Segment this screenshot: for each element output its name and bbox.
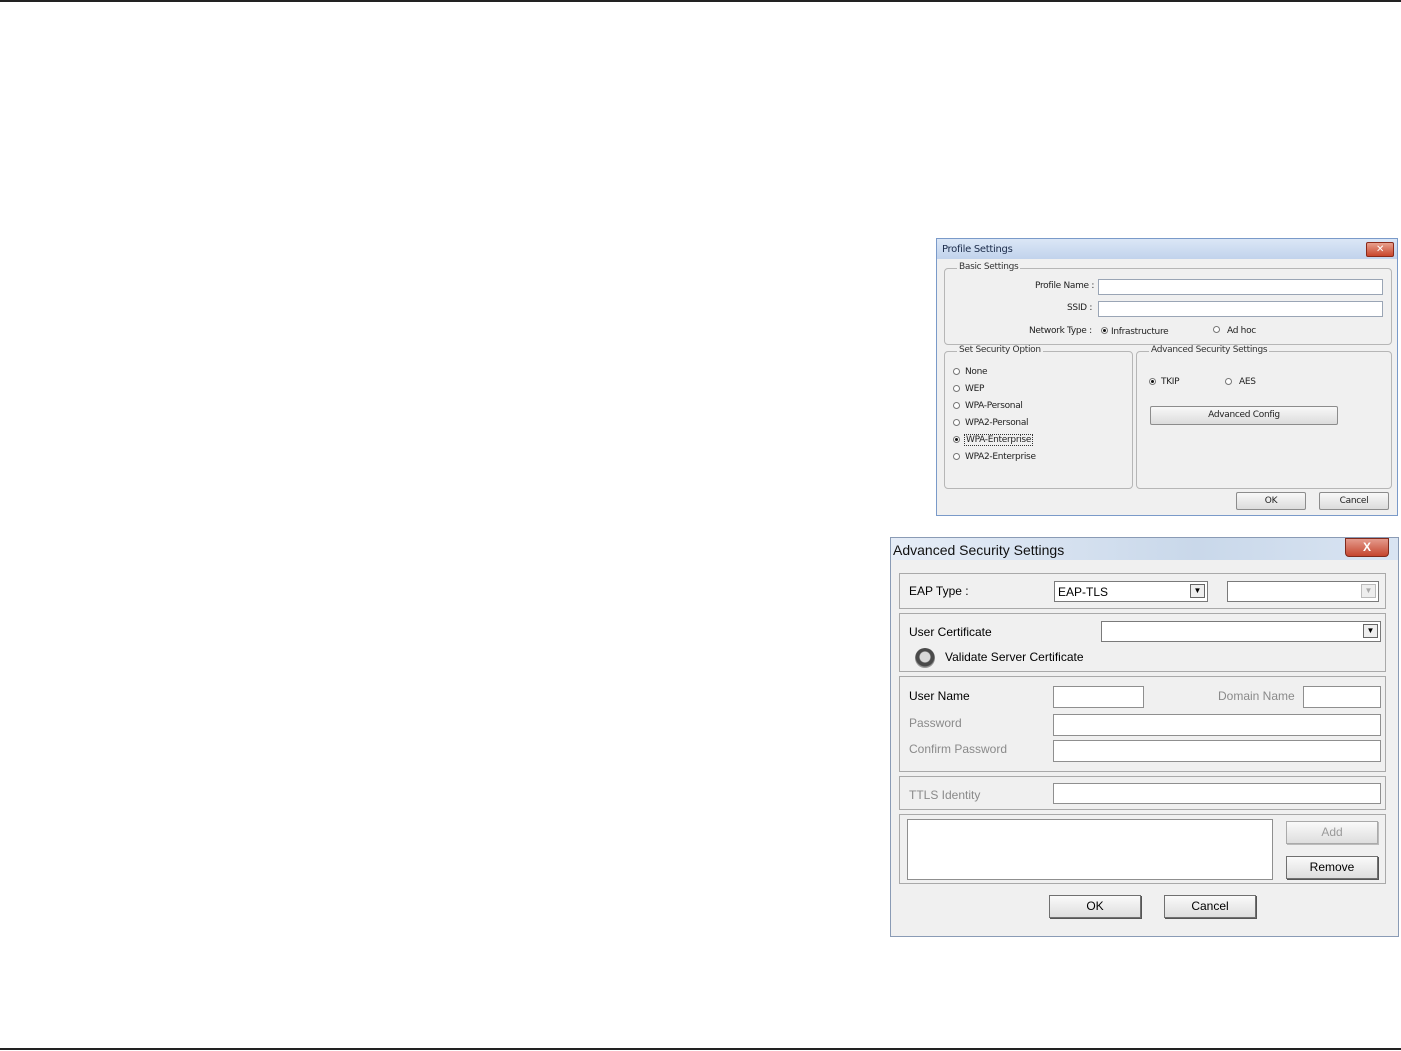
- confirm-password-label: Confirm Password: [909, 742, 1008, 756]
- eap-inner-select[interactable]: ▼: [1227, 581, 1379, 602]
- add-label: Add: [1321, 825, 1343, 839]
- advanced-config-button[interactable]: Advanced Config: [1150, 406, 1338, 425]
- ok-button[interactable]: OK: [1236, 492, 1306, 510]
- advanced-config-label: Advanced Config: [1208, 410, 1280, 420]
- remove-button[interactable]: Remove: [1286, 856, 1378, 879]
- wpa-enterprise-radio[interactable]: [953, 436, 960, 443]
- ttls-panel: TTLS Identity: [899, 776, 1386, 810]
- ad-hoc-label: Ad hoc: [1227, 326, 1256, 336]
- wpa2-enterprise-radio[interactable]: [953, 453, 960, 460]
- user-certificate-label: User Certificate: [909, 625, 992, 639]
- none-radio[interactable]: [953, 368, 960, 375]
- user-name-input[interactable]: [1053, 686, 1144, 708]
- ttls-identity-label: TTLS Identity: [909, 788, 981, 802]
- password-input[interactable]: [1053, 714, 1381, 736]
- eap-type-panel: EAP Type : EAP-TLS ▼ ▼: [899, 573, 1386, 609]
- wpa-personal-radio[interactable]: [953, 402, 960, 409]
- close-icon: ✕: [1375, 244, 1385, 255]
- certificate-list-panel: Add Remove: [899, 814, 1386, 884]
- close-icon: X: [1362, 540, 1371, 554]
- user-certificate-select[interactable]: ▼: [1101, 621, 1381, 642]
- wpa-personal-label: WPA-Personal: [965, 401, 1023, 411]
- network-type-label: Network Type :: [1029, 326, 1092, 336]
- ssid-input[interactable]: [1098, 301, 1383, 317]
- advanced-security-dialog: Advanced Security Settings X EAP Type : …: [890, 537, 1399, 937]
- add-button[interactable]: Add: [1286, 821, 1378, 844]
- tkip-label: TKIP: [1161, 377, 1180, 387]
- wpa-enterprise-label: WPA-Enterprise: [964, 434, 1034, 446]
- certificate-list[interactable]: [907, 819, 1273, 880]
- advanced-security-titlebar: Advanced Security Settings X: [891, 538, 1398, 560]
- ssid-label: SSID :: [1067, 303, 1093, 313]
- user-name-label: User Name: [909, 689, 970, 703]
- wep-radio[interactable]: [953, 385, 960, 392]
- basic-settings-group: Basic Settings Profile Name : SSID : Net…: [944, 262, 1392, 345]
- chevron-down-icon: ▼: [1363, 624, 1378, 638]
- basic-settings-legend: Basic Settings: [957, 262, 1021, 272]
- credentials-panel: User Name Domain Name Password Confirm P…: [899, 676, 1386, 772]
- aes-radio[interactable]: [1225, 378, 1232, 385]
- remove-label: Remove: [1309, 860, 1355, 874]
- validate-server-radio[interactable]: [915, 648, 935, 668]
- profile-settings-dialog: Profile Settings ✕ Basic Settings Profil…: [936, 238, 1398, 516]
- chevron-down-icon: ▼: [1361, 584, 1376, 598]
- infrastructure-label: Infrastructure: [1111, 327, 1169, 337]
- none-label: None: [965, 367, 988, 377]
- security-option-group: Set Security Option None WEP WPA-Persona…: [944, 345, 1133, 489]
- cancel-button[interactable]: Cancel: [1164, 895, 1256, 918]
- ttls-identity-input[interactable]: [1053, 783, 1381, 804]
- profile-name-input[interactable]: [1098, 279, 1383, 295]
- wep-label: WEP: [965, 384, 985, 394]
- ok-label: OK: [1264, 496, 1278, 506]
- wpa2-personal-label: WPA2-Personal: [965, 418, 1029, 428]
- ok-label: OK: [1086, 899, 1104, 913]
- confirm-password-input[interactable]: [1053, 740, 1381, 762]
- ok-button[interactable]: OK: [1049, 895, 1141, 918]
- cancel-label: Cancel: [1191, 899, 1229, 913]
- wpa2-personal-radio[interactable]: [953, 419, 960, 426]
- tkip-radio[interactable]: [1149, 378, 1156, 385]
- certificate-panel: User Certificate ▼ Validate Server Certi…: [899, 613, 1386, 672]
- profile-settings-titlebar: Profile Settings ✕: [937, 239, 1397, 259]
- profile-name-label: Profile Name :: [1035, 281, 1095, 291]
- bottom-rule: [0, 1048, 1401, 1050]
- advanced-security-legend: Advanced Security Settings: [1149, 345, 1270, 355]
- dialog-title: Advanced Security Settings: [893, 542, 1065, 558]
- dialog-title: Profile Settings: [942, 244, 1013, 255]
- chevron-down-icon: ▼: [1190, 584, 1205, 598]
- cancel-button[interactable]: Cancel: [1319, 492, 1389, 510]
- ad-hoc-radio[interactable]: [1213, 326, 1220, 333]
- security-option-legend: Set Security Option: [957, 345, 1043, 355]
- eap-type-label: EAP Type :: [909, 584, 969, 598]
- infrastructure-radio[interactable]: [1101, 327, 1108, 334]
- domain-name-label: Domain Name: [1218, 689, 1295, 703]
- eap-type-value: EAP-TLS: [1058, 585, 1109, 599]
- aes-label: AES: [1239, 377, 1256, 387]
- password-label: Password: [909, 716, 962, 730]
- domain-name-input[interactable]: [1303, 686, 1381, 708]
- top-rule: [0, 0, 1401, 2]
- close-button[interactable]: X: [1345, 538, 1389, 557]
- validate-server-label: Validate Server Certificate: [945, 650, 1084, 664]
- close-button[interactable]: ✕: [1366, 242, 1394, 257]
- cancel-label: Cancel: [1339, 496, 1369, 506]
- advanced-security-group: Advanced Security Settings TKIP AES Adva…: [1136, 345, 1392, 489]
- eap-type-select[interactable]: EAP-TLS ▼: [1054, 581, 1208, 602]
- wpa2-enterprise-label: WPA2-Enterprise: [965, 452, 1036, 462]
